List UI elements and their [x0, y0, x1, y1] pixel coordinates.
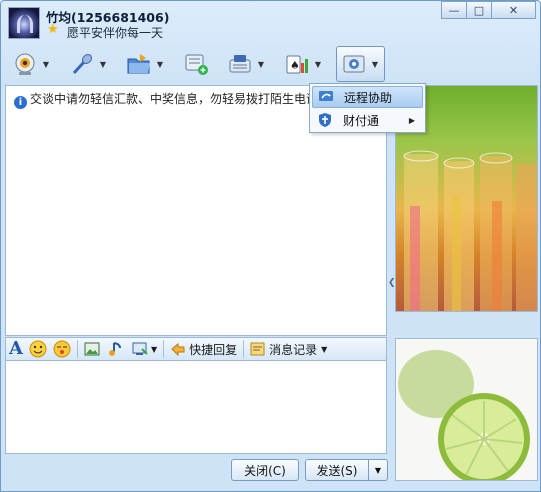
security-notice: i 交谈中请勿轻信汇款、中奖信息，勿轻易拨打陌生电话: [14, 90, 314, 109]
send-options-button[interactable]: ▼: [368, 459, 388, 481]
message-log-icon: [250, 342, 265, 356]
screenshot-icon: [132, 342, 148, 355]
music-note-icon: [108, 342, 121, 356]
main-toolbar: ▼ ▼ ▼ ▼ ♠ ▼ ▼: [7, 45, 393, 83]
quick-reply-icon: [171, 342, 185, 357]
remote-assist-icon: [318, 89, 334, 105]
toolbar-divider: [76, 340, 78, 358]
chevron-down-icon[interactable]: ▼: [256, 60, 266, 69]
games-button[interactable]: ♠ ▼: [279, 46, 328, 82]
maximize-button[interactable]: □: [466, 1, 492, 19]
send-image-button[interactable]: [83, 339, 101, 359]
emoticon-button[interactable]: [29, 339, 47, 359]
tenpay-shield-icon: [317, 112, 333, 128]
group-chat-button[interactable]: [178, 46, 214, 82]
music-button[interactable]: [107, 339, 125, 359]
magic-emoticon-button[interactable]: [53, 339, 71, 359]
send-file-button[interactable]: ▼: [121, 46, 170, 82]
collapse-sidebar-icon[interactable]: ❮: [388, 278, 396, 288]
font-icon: A: [9, 338, 23, 359]
settings-icon: [341, 51, 367, 77]
chevron-down-icon[interactable]: ▼: [155, 60, 165, 69]
contact-signature: 愿平安伴你每一天: [67, 26, 164, 40]
security-notice-text: 交谈中请勿轻信汇款、中奖信息，勿轻易拨打陌生电话: [30, 92, 314, 106]
chevron-down-icon[interactable]: ▼: [151, 345, 157, 354]
chat-window: 竹均(1256681406) ★ 愿平安伴你每一天 — □ ✕ ▼ ▼ ▼ ▼ …: [0, 0, 541, 492]
svg-text:♠: ♠: [290, 59, 300, 72]
microphone-icon: [69, 51, 95, 77]
message-input[interactable]: [5, 361, 387, 454]
font-button[interactable]: A: [9, 339, 23, 359]
more-apps-menu: 远程协助 财付通 ▶: [309, 83, 426, 133]
screenshot-button[interactable]: ▼: [131, 339, 157, 359]
video-call-button[interactable]: ▼: [7, 46, 56, 82]
chevron-down-icon[interactable]: ▼: [370, 60, 380, 69]
quick-reply-button[interactable]: 快捷回复: [169, 339, 237, 359]
window-controls: — □ ✕: [441, 1, 536, 19]
close-window-button[interactable]: ✕: [491, 1, 536, 19]
group-chat-icon: [183, 51, 209, 77]
contact-avatar[interactable]: [8, 7, 40, 39]
toolbar-divider: [163, 340, 165, 358]
cards-icon: ♠: [284, 51, 310, 77]
chevron-down-icon[interactable]: ▼: [41, 60, 51, 69]
image-icon: [84, 342, 100, 356]
input-toolbar: A ▼ 快捷回复 消息记录 ▼: [5, 337, 387, 361]
chevron-down-icon: ▼: [374, 465, 382, 475]
user-show-image: [395, 338, 538, 481]
quick-reply-label: 快捷回复: [189, 342, 238, 357]
close-button[interactable]: 关闭(C): [231, 459, 299, 481]
menu-item-label: 财付通: [343, 113, 380, 128]
send-button[interactable]: 发送(S): [305, 459, 369, 481]
toolbar-divider: [243, 340, 245, 358]
info-icon: i: [14, 96, 27, 109]
menu-item-remote-assist[interactable]: 远程协助: [312, 86, 423, 108]
apps-icon: [227, 51, 253, 77]
chevron-down-icon[interactable]: ▼: [321, 345, 327, 354]
more-apps-button[interactable]: ▼: [336, 46, 385, 82]
smiley-icon: [29, 340, 47, 358]
minimize-button[interactable]: —: [441, 1, 467, 19]
menu-item-tenpay[interactable]: 财付通 ▶: [312, 109, 423, 131]
chevron-down-icon[interactable]: ▼: [98, 60, 108, 69]
app-launcher-button[interactable]: ▼: [222, 46, 271, 82]
chevron-down-icon[interactable]: ▼: [313, 60, 323, 69]
wink-face-icon: [53, 340, 71, 358]
menu-item-label: 远程协助: [344, 90, 393, 105]
folder-icon: [126, 51, 152, 77]
webcam-icon: [12, 51, 38, 77]
submenu-arrow-icon: ▶: [408, 115, 415, 125]
message-log-button[interactable]: 消息记录 ▼: [249, 339, 327, 359]
star-icon[interactable]: ★: [47, 23, 61, 37]
message-log-label: 消息记录: [269, 342, 318, 357]
voice-call-button[interactable]: ▼: [64, 46, 113, 82]
